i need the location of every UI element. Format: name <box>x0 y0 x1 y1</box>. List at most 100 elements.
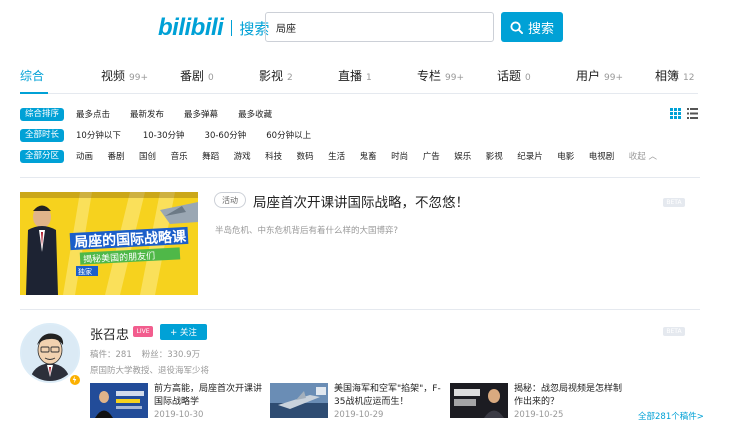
filter-option[interactable]: 电影 <box>557 150 574 162</box>
filter-option[interactable]: 音乐 <box>171 150 188 162</box>
tab-topic[interactable]: 话题 0 <box>497 67 531 84</box>
filter-order-row: 综合排序 最多点击 最新发布 最多弹幕 最多收藏 <box>20 107 292 121</box>
tab-all[interactable]: 综合 <box>20 67 44 84</box>
avatar-art <box>22 325 78 381</box>
activity-banner[interactable]: 局座的国际战略课 揭秘美国的朋友们 独家 <box>20 192 198 295</box>
tab-count: 99+ <box>604 73 624 83</box>
video-thumbnail-art <box>270 383 328 418</box>
collapse-button[interactable]: 收起 ︿ <box>629 150 657 162</box>
filter-option[interactable]: 最多点击 <box>76 108 110 120</box>
video-title[interactable]: 揭秘：战忽局视频是怎样制作出来的？ <box>514 383 624 409</box>
filter-option[interactable]: 纪录片 <box>517 150 543 162</box>
tab-label: 番剧 <box>180 69 205 83</box>
section-divider <box>20 177 700 178</box>
video-date: 2019-10-30 <box>154 410 204 420</box>
video-title[interactable]: 前方高能，局座首次开课讲国际战略学 <box>154 383 264 409</box>
tab-count: 12 <box>683 73 695 83</box>
beta-badge: BETA <box>663 198 685 207</box>
filter-option[interactable]: 国创 <box>139 150 156 162</box>
filter-option[interactable]: 广告 <box>423 150 440 162</box>
filter-option[interactable]: 最新发布 <box>130 108 164 120</box>
active-tab-indicator <box>20 92 48 94</box>
filter-option[interactable]: 娱乐 <box>454 150 471 162</box>
filter-option[interactable]: 动画 <box>76 150 93 162</box>
filter-option[interactable]: 影视 <box>486 150 503 162</box>
filter-option[interactable]: 番剧 <box>108 150 125 162</box>
tab-label: 相簿 <box>655 69 680 83</box>
grid-view-icon[interactable] <box>670 108 681 119</box>
activity-tag: 活动 <box>214 192 246 208</box>
tabs-divider <box>20 93 698 94</box>
tab-article[interactable]: 专栏 99+ <box>417 67 464 84</box>
filter-order-chip[interactable]: 综合排序 <box>20 107 65 121</box>
search-input[interactable]: 局座 <box>265 12 494 42</box>
video-thumbnail-art <box>90 383 148 418</box>
video-thumbnail-art <box>450 383 508 418</box>
result-tabs: 综合 视频 99+ 番剧 0 影视 2 直播 1 专栏 99+ 话题 0 用户 99+ 相簿 1… <box>0 63 750 89</box>
filter-option[interactable]: 数码 <box>297 150 314 162</box>
live-badge[interactable]: LIVE <box>133 326 153 337</box>
tab-count: 1 <box>366 73 372 83</box>
filter-duration-row: 全部时长 10分钟以下 10-30分钟 30-60分钟 60分钟以上 <box>20 128 331 142</box>
video-title[interactable]: 美国海军和空军"掐架"，F-35战机应运而生！ <box>334 383 444 409</box>
filter-option[interactable]: 生活 <box>328 150 345 162</box>
filter-option[interactable]: 10-30分钟 <box>143 129 185 141</box>
filter-option[interactable]: 最多收藏 <box>238 108 272 120</box>
tab-label: 视频 <box>101 69 126 83</box>
filter-option[interactable]: 电视剧 <box>589 150 615 162</box>
tab-count: 99+ <box>445 73 465 83</box>
all-videos-link[interactable]: 全部281个稿件> <box>638 410 704 422</box>
tab-bangumi[interactable]: 番剧 0 <box>180 67 214 84</box>
filter-option[interactable]: 10分钟以下 <box>76 129 121 141</box>
filter-zone-chip[interactable]: 全部分区 <box>20 149 65 163</box>
tab-live[interactable]: 直播 1 <box>338 67 372 84</box>
filter-option[interactable]: 30-60分钟 <box>205 129 247 141</box>
section-divider <box>20 309 700 310</box>
filter-option[interactable]: 游戏 <box>234 150 251 162</box>
chevron-up-icon: ︿ <box>648 152 658 162</box>
tab-count: 99+ <box>129 73 149 83</box>
tab-video[interactable]: 视频 99+ <box>101 67 148 84</box>
video-thumbnail[interactable] <box>450 383 508 418</box>
verified-icon <box>69 374 81 386</box>
tab-label: 直播 <box>338 69 363 83</box>
tab-label: 话题 <box>497 69 522 83</box>
tab-label: 专栏 <box>417 69 442 83</box>
tab-count: 0 <box>208 73 214 83</box>
tab-album[interactable]: 相簿 12 <box>655 67 694 84</box>
collapse-label: 收起 <box>628 152 646 162</box>
tab-film[interactable]: 影视 2 <box>259 67 293 84</box>
tab-count: 0 <box>525 73 531 83</box>
bilibili-logo[interactable]: bilibili 搜索 <box>158 14 269 42</box>
filter-duration-chip[interactable]: 全部时长 <box>20 128 65 142</box>
list-view-icon[interactable] <box>687 108 698 119</box>
user-name[interactable]: 张召忠 <box>90 324 129 343</box>
banner-tag: 独家 <box>78 267 92 276</box>
search-button-label: 搜索 <box>527 21 554 37</box>
user-description: 原国防大学教授、退役海军少将 <box>90 366 210 376</box>
follow-button[interactable]: + 关注 <box>160 324 207 340</box>
tab-user[interactable]: 用户 99+ <box>576 67 623 84</box>
tab-count: 2 <box>287 73 293 83</box>
tab-label: 综合 <box>20 69 45 83</box>
search-button[interactable]: 搜索 <box>501 12 563 42</box>
user-fans-count: 粉丝：330.9万 <box>141 350 201 360</box>
view-toggle <box>670 108 698 119</box>
banner-art: 局座的国际战略课 揭秘美国的朋友们 独家 <box>20 192 198 295</box>
tab-label: 影视 <box>259 69 284 83</box>
filter-option[interactable]: 时尚 <box>391 150 408 162</box>
filter-option[interactable]: 60分钟以上 <box>266 129 311 141</box>
video-thumbnail[interactable] <box>90 383 148 418</box>
beta-badge: BETA <box>663 327 685 336</box>
filter-zone-row: 全部分区 动画 番剧 国创 音乐 舞蹈 游戏 科技 数码 生活 鬼畜 时尚 广告… <box>20 149 657 163</box>
filter-option[interactable]: 舞蹈 <box>202 150 219 162</box>
activity-title[interactable]: 局座首次开课讲国际战略，不忽悠！ <box>253 191 469 211</box>
filter-option[interactable]: 科技 <box>265 150 282 162</box>
filter-option[interactable]: 最多弹幕 <box>184 108 218 120</box>
user-video-count: 稿件：281 <box>90 350 132 360</box>
video-date: 2019-10-25 <box>514 410 564 420</box>
logo-text: bilibili <box>158 14 224 41</box>
user-stats: 稿件：281 粉丝：330.9万 <box>90 348 200 360</box>
filter-option[interactable]: 鬼畜 <box>360 150 377 162</box>
video-thumbnail[interactable] <box>270 383 328 418</box>
